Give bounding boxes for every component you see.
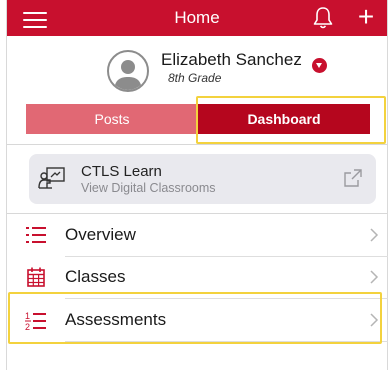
- student-grade: 8th Grade: [168, 71, 222, 85]
- svg-text:2: 2: [25, 322, 30, 332]
- chevron-right-icon: [368, 313, 380, 327]
- tab-posts[interactable]: Posts: [26, 104, 198, 134]
- plus-icon[interactable]: +: [353, 3, 379, 31]
- ctls-learn-subtitle: View Digital Classrooms: [81, 181, 216, 195]
- row-divider: [65, 298, 388, 299]
- bell-icon[interactable]: [312, 6, 334, 30]
- row-divider: [65, 341, 388, 342]
- top-app-bar: Home +: [7, 0, 387, 36]
- avatar[interactable]: [107, 50, 149, 92]
- student-name: Elizabeth Sanchez: [161, 50, 302, 69]
- digital-classroom-icon: [38, 166, 66, 192]
- menu-item-label: Classes: [65, 267, 126, 286]
- menu-item-assessments[interactable]: 1 2 Assessments: [7, 300, 387, 340]
- chevron-right-icon: [368, 228, 380, 242]
- svg-text:1: 1: [25, 311, 30, 321]
- menu-item-label: Overview: [65, 225, 136, 244]
- view-switcher: Posts Dashboard: [26, 104, 370, 134]
- ctls-learn-title: CTLS Learn: [81, 163, 162, 180]
- numbered-list-icon: 1 2: [25, 310, 47, 332]
- calendar-icon: [25, 267, 47, 287]
- student-switcher-chevron-icon[interactable]: [312, 58, 327, 73]
- menu-item-classes[interactable]: Classes: [7, 257, 387, 297]
- profile-header: Elizabeth Sanchez 8th Grade: [7, 36, 387, 96]
- tab-dashboard[interactable]: Dashboard: [198, 104, 370, 134]
- chevron-right-icon: [368, 270, 380, 284]
- section-divider: [7, 213, 387, 214]
- menu-item-overview[interactable]: Overview: [7, 215, 387, 255]
- list-icon: [25, 225, 47, 245]
- app-screen: Home + Elizabeth Sanchez 8th Grade Posts…: [6, 0, 388, 370]
- person-icon: [114, 60, 142, 90]
- external-link-icon[interactable]: [343, 168, 363, 188]
- menu-item-label: Assessments: [65, 310, 167, 329]
- section-divider: [7, 144, 387, 145]
- ctls-learn-card[interactable]: CTLS Learn View Digital Classrooms: [29, 154, 376, 204]
